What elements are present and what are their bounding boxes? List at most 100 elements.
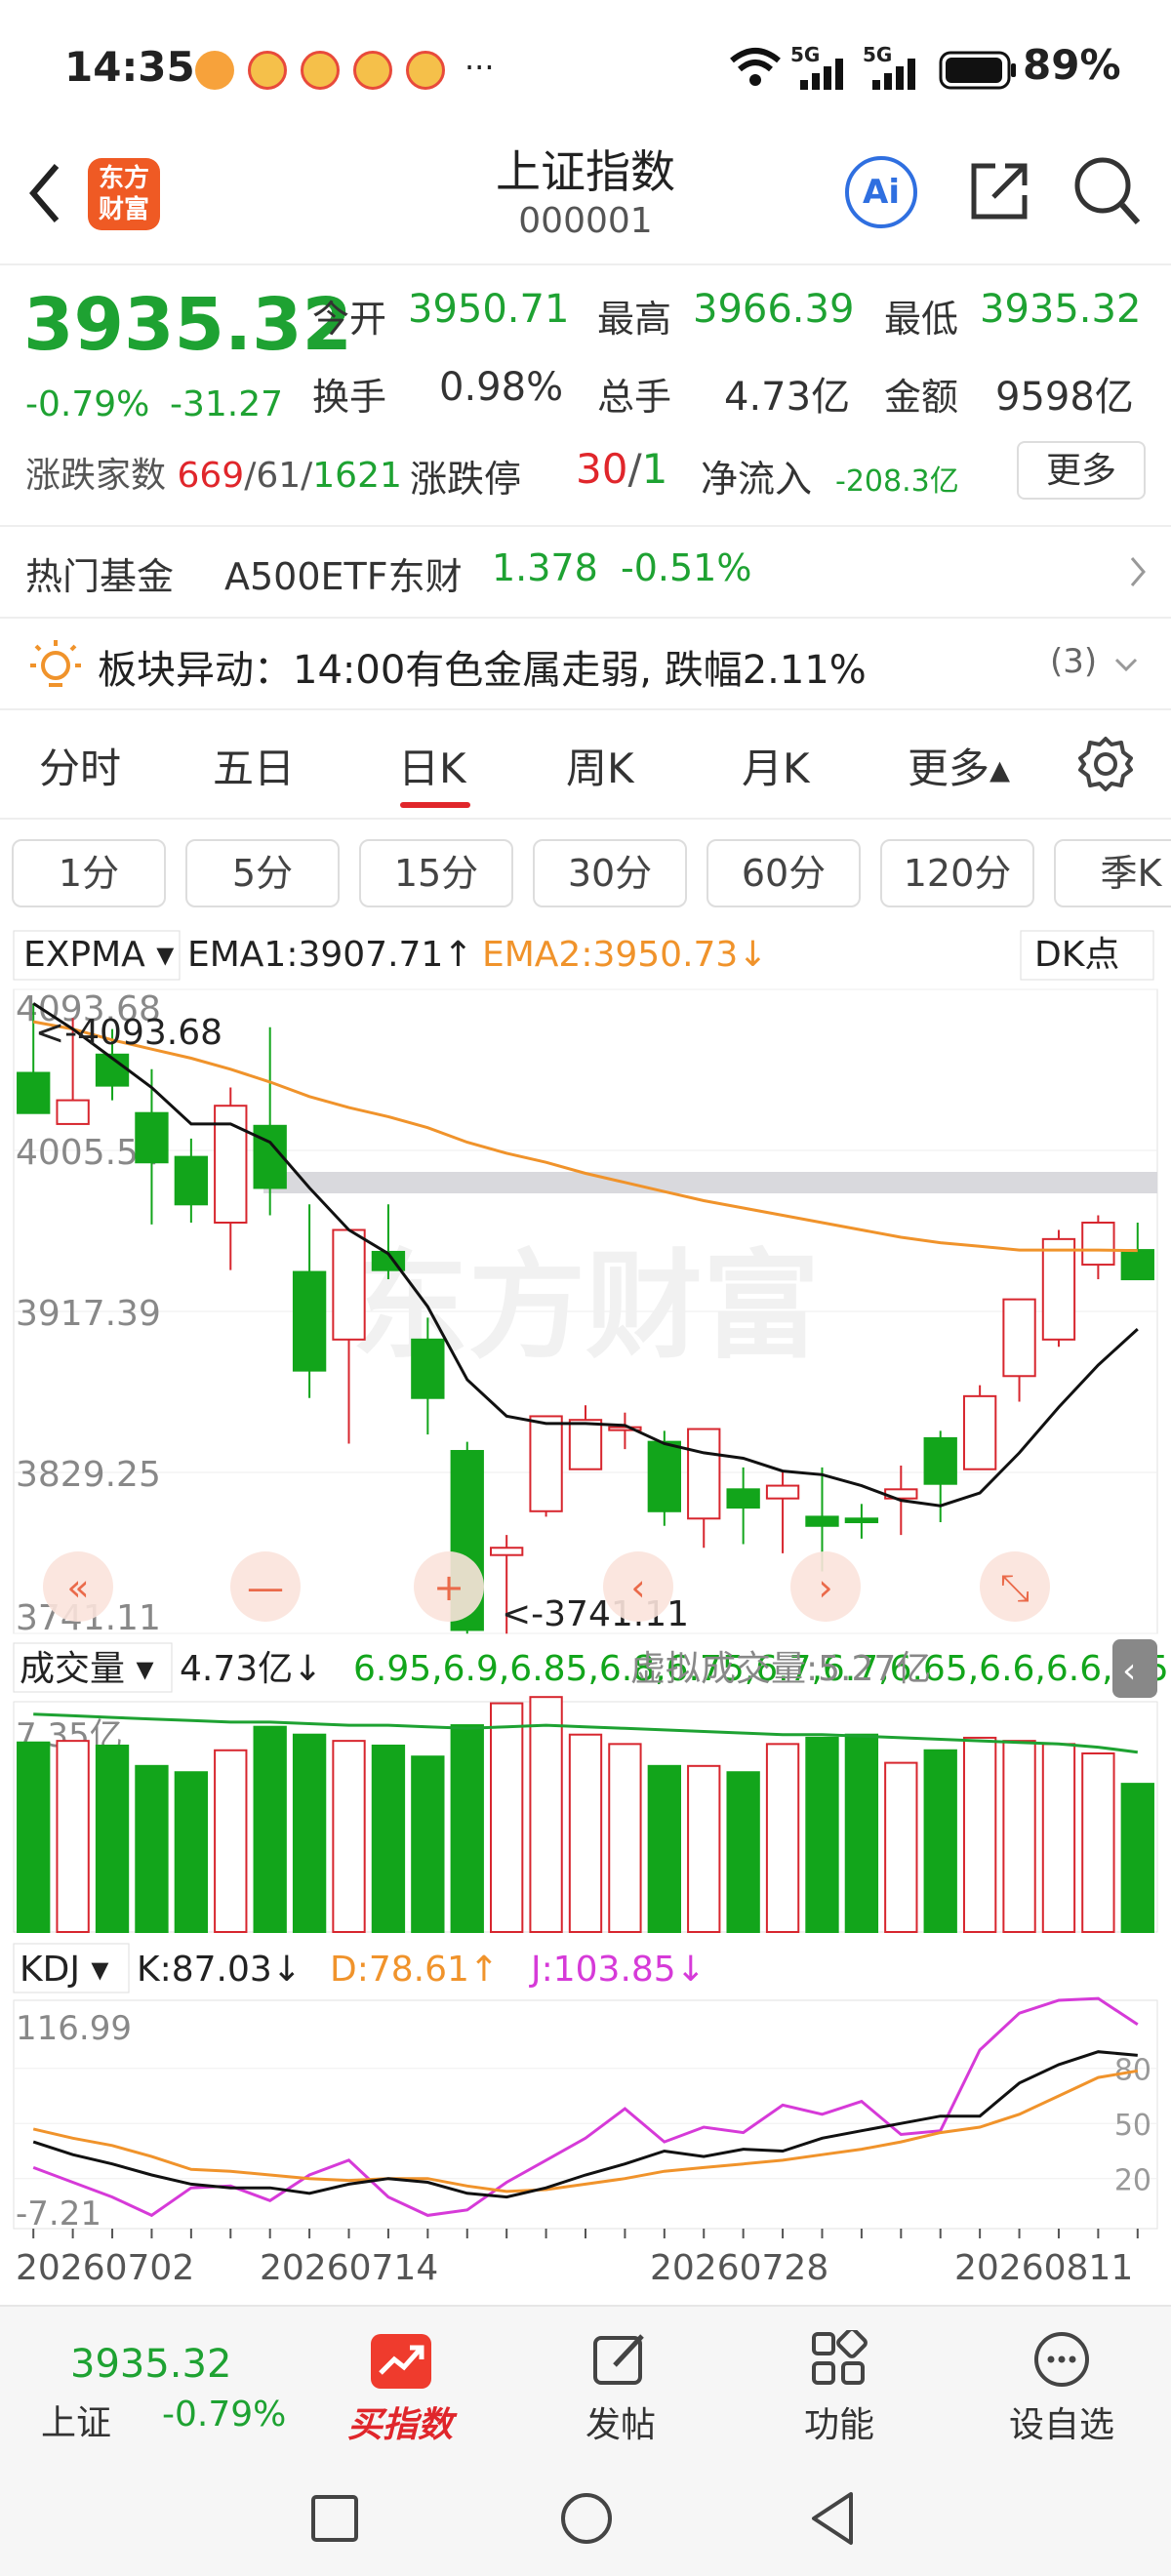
post-label: 发帖: [585, 2405, 656, 2445]
volume-bar: [135, 1764, 169, 1933]
stock-chart[interactable]: EXPMA ▾ EMA1:3907.71↑ EMA2:3950.73↓ DK点4093…: [0, 927, 1171, 2303]
tab-quarter-k[interactable]: 季K: [1054, 839, 1171, 907]
home-icon[interactable]: [558, 2490, 615, 2547]
breadth-row: 涨跌家数 669/61/1621: [25, 456, 402, 496]
high-label: 最高: [597, 298, 672, 341]
battery-icon: [939, 51, 1016, 90]
volume-bar: [608, 1743, 642, 1933]
tab-daily-k[interactable]: 日K: [398, 736, 466, 795]
ema2-label: EMA2:3950.73↓: [482, 935, 768, 975]
candle-body: [726, 1488, 760, 1509]
candle-body: [135, 1111, 169, 1164]
more-button[interactable]: 更多: [1017, 441, 1146, 500]
candle-body: [1002, 1298, 1036, 1378]
active-tab-indicator: [400, 802, 470, 808]
back-icon[interactable]: [808, 2490, 859, 2547]
post-button[interactable]: 发帖: [552, 2316, 689, 2453]
volume-bar: [174, 1771, 209, 1933]
chart-nav-icon: ⤡: [1000, 1566, 1030, 1609]
fund-price: 1.378: [492, 546, 598, 589]
candle-body: [687, 1428, 721, 1520]
dk-point-label: DK点: [1034, 935, 1119, 975]
volume-value: 4.73亿↓: [180, 1649, 322, 1689]
candle-body: [56, 1099, 90, 1125]
hot-fund-row[interactable]: 热门基金 A500ETF东财 1.378 -0.51%: [0, 527, 1171, 617]
volume-bar: [450, 1724, 484, 1934]
buy-index-button[interactable]: 买指数: [332, 2316, 468, 2453]
tab-more[interactable]: 更多▴: [908, 736, 1010, 795]
tab-15min[interactable]: 15分: [359, 839, 513, 907]
high-value: 3966.39: [693, 287, 855, 332]
ema2-line: [32, 1020, 1138, 1253]
change-percent: -0.79%: [25, 384, 150, 424]
candle-body: [1081, 1222, 1115, 1267]
volume-bar: [529, 1696, 563, 1934]
low-value: 3935.32: [980, 287, 1142, 332]
kdj-frame: [13, 1999, 1158, 2230]
more-circle-icon: [1034, 2332, 1089, 2387]
volume-bar: [647, 1764, 681, 1933]
gear-icon[interactable]: [1077, 736, 1134, 792]
candle-body: [411, 1338, 445, 1399]
volume-bar: [17, 1741, 51, 1933]
indicator-name: EXPMA ▾: [23, 935, 174, 975]
app-header: 东方 财富 上证指数 000001 Ai: [0, 137, 1171, 265]
down-count: 1621: [312, 456, 402, 496]
volume-bar: [923, 1749, 957, 1933]
tab-30min[interactable]: 30分: [533, 839, 687, 907]
volume-bar: [805, 1736, 839, 1933]
share-icon[interactable]: [966, 158, 1032, 224]
last-price: 3935.32: [23, 283, 353, 367]
system-nav-bar: [0, 2451, 1171, 2576]
add-watchlist-button[interactable]: 设自选: [993, 2316, 1130, 2453]
volume-bar: [411, 1755, 445, 1933]
kdj-bottom-tick: -7.21: [16, 2194, 101, 2234]
minute-tabs: 1分 5分 15分 30分 60分 120分 季K: [0, 820, 1171, 923]
candle-body: [1041, 1237, 1076, 1341]
tab-weekly-k[interactable]: 周K: [566, 736, 634, 795]
candle-body: [292, 1270, 327, 1372]
tab-5min[interactable]: 5分: [185, 839, 340, 907]
heart-icon: [195, 51, 234, 90]
recent-apps-icon[interactable]: [310, 2494, 359, 2543]
weibo-icon: [353, 51, 392, 90]
volume-bar: [726, 1771, 760, 1933]
function-button[interactable]: 功能: [771, 2316, 908, 2453]
turnover-value: 0.98%: [439, 365, 564, 410]
price-tick-label: 3829.25: [16, 1455, 161, 1495]
volume-bar: [371, 1744, 406, 1934]
edit-icon: [593, 2334, 644, 2385]
up-count: 669: [177, 456, 245, 496]
tab-monthly-k[interactable]: 月K: [742, 736, 810, 795]
volume-bar: [962, 1736, 997, 1933]
quote-panel: 3935.32 -0.79% -31.27 今开 3950.71 最高 3966…: [0, 265, 1171, 523]
volume-value: 4.73亿: [724, 375, 851, 420]
kdj-tick-label: 20: [1114, 2164, 1151, 2198]
low-label: 最低: [884, 298, 959, 341]
sector-alert-row[interactable]: 板块异动：14:00有色金属走弱, 跌幅2.11% (3): [0, 619, 1171, 708]
volume-bar: [687, 1764, 721, 1933]
fund-name: A500ETF东财: [224, 555, 463, 598]
alert-text: 板块异动：14:00有色金属走弱, 跌幅2.11%: [98, 648, 867, 693]
tab-60min[interactable]: 60分: [707, 839, 861, 907]
kdj-tick-label: 50: [1114, 2109, 1151, 2143]
chevron-left-icon: ‹: [1122, 1651, 1136, 1691]
volume-bar: [332, 1740, 366, 1934]
tab-120min[interactable]: 120分: [880, 839, 1034, 907]
amount-value: 9598亿: [995, 375, 1134, 420]
candle-body: [568, 1419, 603, 1470]
turnover-label: 换手: [312, 376, 387, 419]
weibo-icon: [301, 51, 340, 90]
volume-bar: [765, 1743, 800, 1933]
volume-bar: [884, 1761, 918, 1934]
tab-timeshare[interactable]: 分时: [39, 736, 121, 795]
tab-five-day[interactable]: 五日: [213, 736, 295, 795]
d-label: D:78.61↑: [330, 1950, 499, 1990]
nav-change: -0.79%: [162, 2395, 287, 2435]
search-icon[interactable]: [1071, 154, 1142, 228]
ai-assistant-button[interactable]: Ai: [845, 156, 917, 228]
tab-1min[interactable]: 1分: [12, 839, 166, 907]
wifi-icon: [730, 48, 781, 86]
candle-body: [1120, 1249, 1154, 1281]
kdj-d-line: [32, 2069, 1139, 2194]
